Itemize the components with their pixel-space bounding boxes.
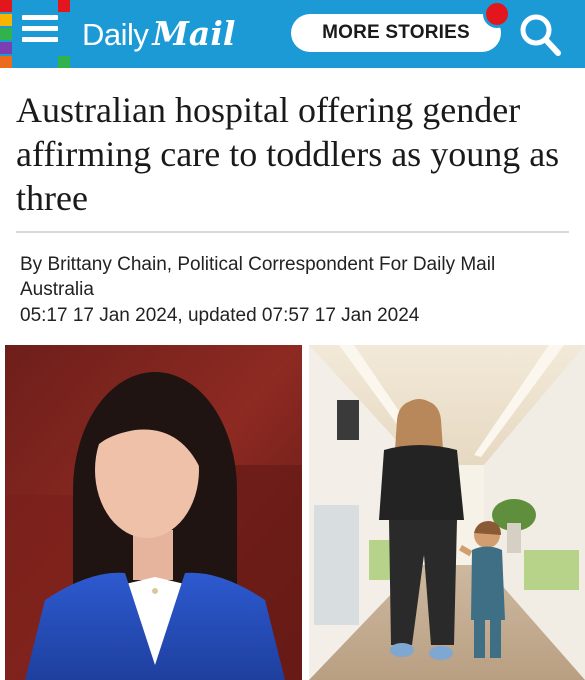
search-icon[interactable] (515, 10, 565, 60)
menu-button[interactable] (0, 0, 70, 68)
menu-accent-red (0, 0, 12, 12)
divider (16, 231, 569, 233)
article-timestamp: 05:17 17 Jan 2024, updated 07:57 17 Jan … (20, 305, 420, 326)
menu-accent-orange (0, 56, 12, 68)
article-headline: Australian hospital offering gender affi… (16, 90, 560, 218)
logo-mail-text: Mail (152, 14, 236, 53)
daily-mail-logo[interactable]: Daily Mail (82, 14, 235, 53)
menu-accent-red (58, 0, 70, 12)
menu-accent-yellow (0, 14, 12, 26)
more-stories-button[interactable]: MORE STORIES (291, 14, 501, 52)
menu-accent-green (58, 56, 70, 68)
menu-accent-green (0, 28, 12, 40)
article-byline[interactable]: By Brittany Chain, Political Corresponde… (20, 252, 560, 302)
logo-daily-text: Daily (82, 17, 149, 52)
menu-icon (22, 15, 58, 48)
photo-hospital-corridor[interactable] (309, 345, 585, 680)
menu-accent-purple (0, 42, 12, 54)
notification-dot (483, 0, 511, 28)
photo-politician[interactable] (5, 345, 302, 680)
top-bar: Daily Mail MORE STORIES (0, 0, 585, 68)
